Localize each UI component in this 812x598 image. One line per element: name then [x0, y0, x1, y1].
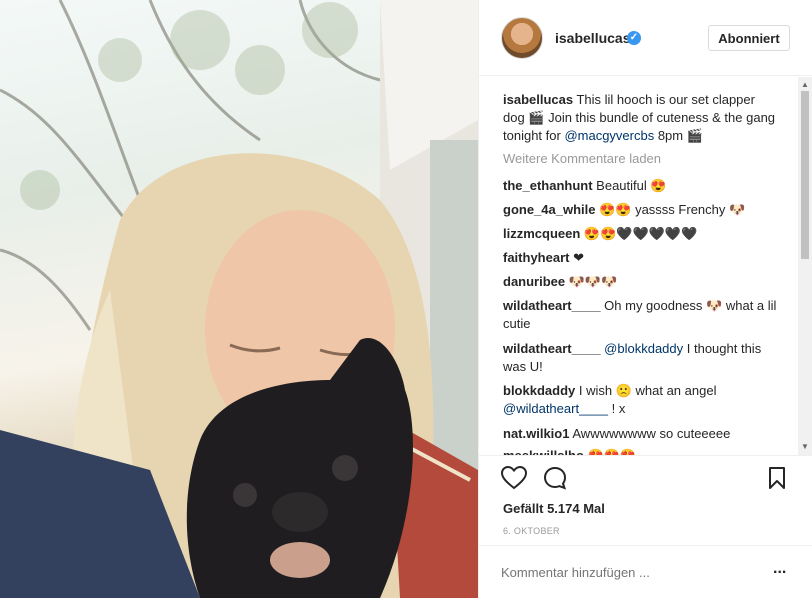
- comment-username[interactable]: wildatheart____: [503, 298, 601, 313]
- avatar[interactable]: [501, 17, 543, 59]
- scroll-down-icon[interactable]: ▼: [798, 441, 812, 453]
- photo-illustration: [0, 0, 478, 598]
- add-comment-section: ...: [479, 545, 812, 598]
- comment-username[interactable]: lizzmcqueen: [503, 226, 580, 241]
- comment-username[interactable]: wildatheart____: [503, 341, 601, 356]
- comment-username[interactable]: gone_4a_while: [503, 202, 595, 217]
- comment-username[interactable]: meekwillslho: [503, 448, 584, 455]
- comment-text: Awwwwwwww so cuteeeee: [569, 426, 731, 441]
- scroll-up-icon[interactable]: ▲: [798, 79, 812, 91]
- comment-text: ❤: [569, 250, 584, 265]
- list-item: lizzmcqueen 😍😍🖤🖤🖤🖤🖤: [503, 225, 779, 243]
- more-options-icon[interactable]: ...: [773, 560, 786, 578]
- comment-text: 😍😍🖤🖤🖤🖤🖤: [580, 226, 698, 241]
- comment-username[interactable]: blokkdaddy: [503, 383, 575, 398]
- comment-username[interactable]: faithyheart: [503, 250, 569, 265]
- list-item: faithyheart ❤: [503, 249, 779, 267]
- list-item: nat.wilkio1 Awwwwwwww so cuteeeee: [503, 425, 779, 443]
- scrollbar-thumb[interactable]: [801, 91, 809, 259]
- comment-text-end: ! x: [607, 401, 626, 416]
- post-details-panel: isabellucas ✓ Abonniert isabellucas This…: [478, 0, 812, 598]
- post-photo[interactable]: [0, 0, 478, 598]
- comments-list[interactable]: isabellucas This lil hooch is our set cl…: [479, 77, 812, 455]
- comment-icon[interactable]: [543, 466, 567, 490]
- list-item: the_ethanhunt Beautiful 😍: [503, 177, 779, 195]
- comment-text: 😍😍😍: [584, 448, 637, 455]
- comment-username[interactable]: nat.wilkio1: [503, 426, 569, 441]
- list-item: blokkdaddy I wish 🙁 what an angel @wilda…: [503, 382, 779, 418]
- load-more-comments-link[interactable]: Weitere Kommentare laden: [503, 151, 661, 166]
- comment-text: 😍😍 yassss Frenchy 🐶: [595, 202, 746, 217]
- list-item: danuribee 🐶🐶🐶: [503, 273, 779, 291]
- caption-text-end: 8pm 🎬: [654, 128, 703, 143]
- post-header: isabellucas ✓ Abonniert: [479, 0, 812, 76]
- caption-mention[interactable]: @macgyvercbs: [564, 128, 654, 143]
- post-actions: Gefällt 5.174 Mal 6. OKTOBER: [479, 455, 812, 545]
- list-item: wildatheart____ Oh my goodness 🐶 what a …: [503, 297, 779, 333]
- list-item: wildatheart____ @blokkdaddy I thought th…: [503, 340, 779, 376]
- comment-text: 🐶🐶🐶: [565, 274, 618, 289]
- caption-username[interactable]: isabellucas: [503, 92, 573, 107]
- caption: isabellucas This lil hooch is our set cl…: [503, 91, 779, 145]
- post-username[interactable]: isabellucas: [555, 30, 631, 46]
- post-date[interactable]: 6. OKTOBER: [503, 526, 560, 536]
- comment-mention[interactable]: @blokkdaddy: [604, 341, 683, 356]
- likes-count[interactable]: Gefällt 5.174 Mal: [503, 501, 605, 516]
- list-item: gone_4a_while 😍😍 yassss Frenchy 🐶: [503, 201, 779, 219]
- verified-badge-icon: ✓: [627, 31, 641, 45]
- comment-mention[interactable]: @wildatheart____: [503, 401, 608, 416]
- heart-icon[interactable]: [501, 466, 527, 490]
- comment-username[interactable]: danuribee: [503, 274, 565, 289]
- comment-text: I wish 🙁 what an angel: [575, 383, 717, 398]
- comment-username[interactable]: the_ethanhunt: [503, 178, 593, 193]
- add-comment-input[interactable]: [501, 565, 741, 580]
- comments-scrollbar[interactable]: ▲ ▼: [798, 77, 812, 455]
- bookmark-icon[interactable]: [768, 466, 786, 490]
- list-item: meekwillslho 😍😍😍: [503, 447, 779, 455]
- comment-text: Beautiful 😍: [592, 178, 667, 193]
- follow-button[interactable]: Abonniert: [708, 25, 790, 51]
